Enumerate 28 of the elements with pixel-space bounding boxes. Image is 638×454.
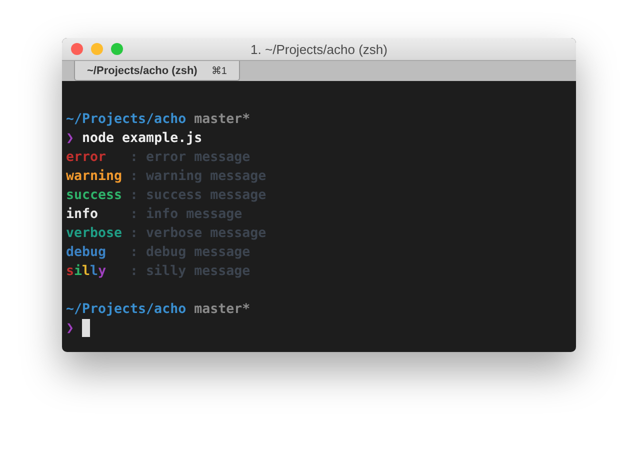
prompt-symbol: ❯	[66, 320, 74, 338]
log-level: success	[66, 187, 124, 205]
terminal-tab[interactable]: ~/Projects/acho (zsh) ⌘1	[74, 61, 240, 81]
git-branch: master*	[194, 301, 250, 319]
zoom-button[interactable]	[111, 43, 123, 55]
separator: :	[130, 225, 138, 243]
separator: :	[130, 149, 138, 167]
prompt-path: ~/Projects/acho	[66, 301, 186, 319]
text-cursor	[82, 319, 90, 337]
prompt-path: ~/Projects/acho	[66, 111, 186, 129]
window-title: 1. ~/Projects/acho (zsh)	[250, 42, 388, 56]
minimize-button[interactable]	[91, 43, 103, 55]
log-level: warning	[66, 168, 124, 186]
log-level: verbose	[66, 225, 124, 243]
log-level: silly	[66, 263, 108, 281]
command-text: node example.js	[82, 130, 202, 148]
tab-shortcut: ⌘1	[211, 64, 227, 76]
prompt-symbol: ❯	[66, 130, 74, 148]
close-button[interactable]	[71, 43, 83, 55]
separator: :	[130, 168, 138, 186]
log-level: info	[66, 206, 100, 224]
separator: :	[130, 263, 138, 281]
separator: :	[130, 187, 138, 205]
log-level: debug	[66, 244, 108, 262]
separator: :	[130, 244, 138, 262]
log-level: error	[66, 149, 108, 167]
git-branch: master*	[194, 111, 250, 129]
separator: :	[130, 206, 138, 224]
